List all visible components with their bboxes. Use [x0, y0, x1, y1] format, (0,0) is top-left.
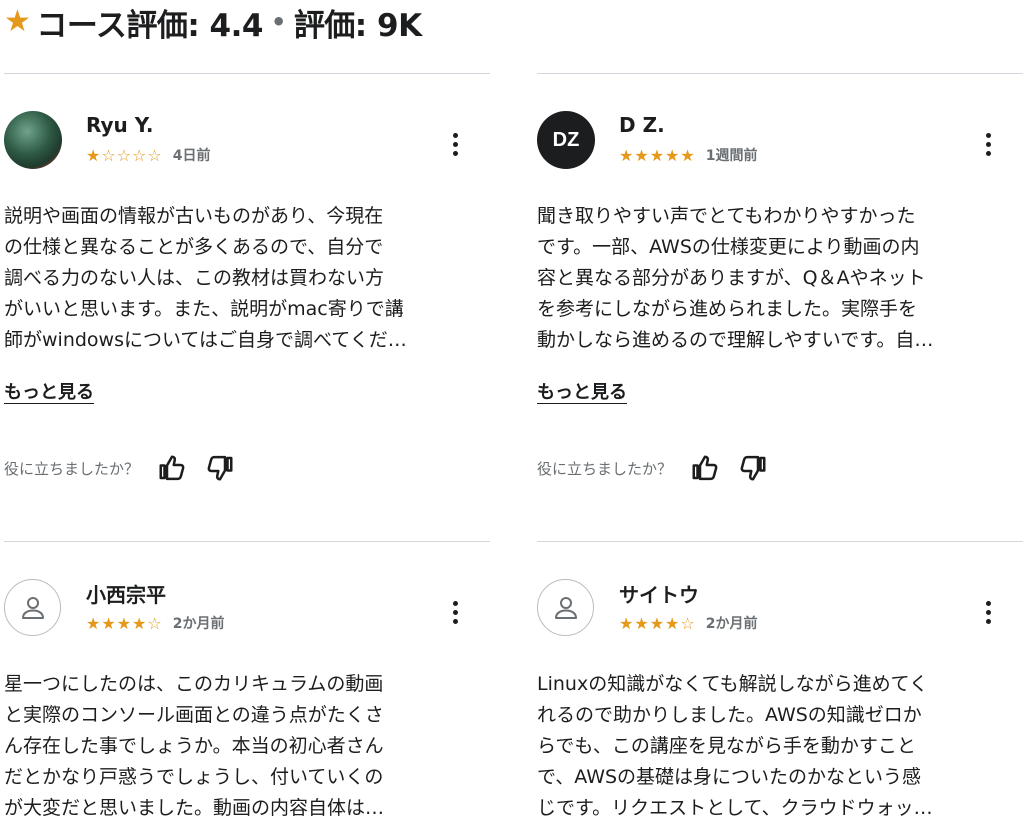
review-text: 聞き取りやすい声でとてもわかりやすかった です。一部、AWSの仕様変更により動画…	[537, 201, 1023, 356]
reviewer-name: 小西宗平	[86, 583, 166, 607]
thumbs-up-icon[interactable]	[690, 453, 720, 483]
avatar	[4, 111, 62, 169]
review-text-line: 調べる力のない人は、この教材は買わない方	[4, 267, 385, 289]
review-card: DZ D Z. ★★★★★ 1週間前 聞き取りやすい声でとてもわかりやすかった …	[537, 73, 1023, 513]
review-text-line: で、AWSの基礎は身についたのかなという感	[537, 766, 922, 788]
review-text: 星一つにしたのは、このカリキュラムの動画 と実際のコンソール画面との違う点がたく…	[4, 669, 490, 831]
divider	[537, 73, 1023, 74]
show-more-link[interactable]: もっと見る	[537, 378, 627, 404]
review-date: 2か月前	[172, 616, 225, 632]
user-icon	[21, 596, 44, 619]
rating-count: 評価: 9K	[293, 7, 422, 44]
review-text-line: と実際のコンソール画面との違う点がたくさ	[4, 704, 384, 726]
review-text-line: 動かしなら進めるので理解しやすいです。自…	[537, 329, 934, 351]
review-text: 説明や画面の情報が古いものがあり、今現在 の仕様と異なることが多くあるので、自分…	[4, 201, 490, 356]
star-rating: ★☆☆☆☆	[86, 145, 163, 165]
review-text-line: が大変だと思いました。動画の内容自体は…	[4, 797, 385, 819]
review-text-line: 聞き取りやすい声でとてもわかりやすかった	[537, 205, 916, 227]
review-date: 4日前	[172, 148, 211, 164]
review-text-line: です。一部、AWSの仕様変更により動画の内	[537, 236, 920, 258]
more-options-icon[interactable]	[985, 601, 991, 624]
divider	[537, 541, 1023, 542]
review-text-line: れるので助かりしました。AWSの知識ゼロか	[537, 704, 922, 726]
thumbs-down-icon[interactable]	[205, 453, 235, 483]
star-icon: ★	[4, 4, 31, 39]
divider	[4, 541, 490, 542]
helpful-row: 役に立ちましたか？	[4, 453, 235, 483]
review-text-line: がいいと思います。また、説明がmac寄りで講	[4, 298, 404, 320]
review-text-line: 星一つにしたのは、このカリキュラムの動画	[4, 673, 384, 695]
rating-row: ★★★★☆ 2か月前	[619, 613, 757, 633]
review-text-line: 容と異なる部分がありますが、Q＆Aやネット	[537, 267, 926, 289]
helpful-question: 役に立ちましたか？	[4, 459, 140, 478]
review-text-line: Linuxの知識がなくても解説しながら進めてく	[537, 673, 929, 695]
review-text-line: ん存在した事でしょうか。本当の初心者さん	[4, 735, 384, 757]
review-text-line: らでも、この講座を見ながら手を動かすこと	[537, 735, 916, 757]
course-rating-title: コース評価: 4.4	[36, 7, 263, 44]
more-options-icon[interactable]	[452, 601, 458, 624]
review-text-line: 師がwindowsについてはご自身で調べてくだ…	[4, 329, 407, 351]
rating-row: ★★★★★ 1週間前	[619, 145, 757, 165]
more-options-icon[interactable]	[985, 133, 991, 156]
review-card: Ryu Y. ★☆☆☆☆ 4日前 説明や画面の情報が古いものがあり、今現在 の仕…	[4, 73, 490, 513]
reviewer-name: Ryu Y.	[86, 113, 154, 137]
reviewer-name: サイトウ	[619, 583, 699, 607]
rating-row: ★★★★☆ 2か月前	[86, 613, 224, 633]
course-rating-header: ★ コース評価: 4.4 • 評価: 9K	[4, 0, 422, 44]
helpful-question: 役に立ちましたか？	[537, 459, 673, 478]
review-date: 2か月前	[705, 616, 758, 632]
star-rating: ★★★★☆	[86, 613, 163, 633]
show-more-link[interactable]: もっと見る	[4, 378, 94, 404]
review-text-line: じです。リクエストとして、クラウドウォッ…	[537, 797, 933, 819]
review-text-line: 説明や画面の情報が古いものがあり、今現在	[4, 205, 384, 227]
review-text: Linuxの知識がなくても解説しながら進めてく れるので助かりしました。AWSの…	[537, 669, 1023, 831]
review-card: 小西宗平 ★★★★☆ 2か月前 星一つにしたのは、このカリキュラムの動画 と実際…	[4, 541, 490, 831]
helpful-row: 役に立ちましたか？	[537, 453, 768, 483]
review-date: 1週間前	[705, 148, 758, 164]
avatar: DZ	[537, 111, 595, 169]
star-rating: ★★★★☆	[619, 613, 696, 633]
review-card: サイトウ ★★★★☆ 2か月前 Linuxの知識がなくても解説しながら進めてく …	[537, 541, 1023, 831]
thumbs-down-icon[interactable]	[738, 453, 768, 483]
user-icon	[554, 596, 577, 619]
more-options-icon[interactable]	[452, 133, 458, 156]
review-text-line: だとかなり戸惑うでしょうし、付いていくの	[4, 766, 384, 788]
divider	[4, 73, 490, 74]
avatar	[537, 579, 594, 636]
reviewer-name: D Z.	[619, 113, 665, 137]
separator-dot: •	[270, 8, 286, 36]
review-text-line: の仕様と異なることが多くあるので、自分で	[4, 236, 384, 258]
rating-row: ★☆☆☆☆ 4日前	[86, 145, 210, 165]
star-rating: ★★★★★	[619, 145, 696, 165]
review-text-line: を参考にしながら進められました。実際手を	[537, 298, 918, 320]
thumbs-up-icon[interactable]	[157, 453, 187, 483]
avatar	[4, 579, 61, 636]
